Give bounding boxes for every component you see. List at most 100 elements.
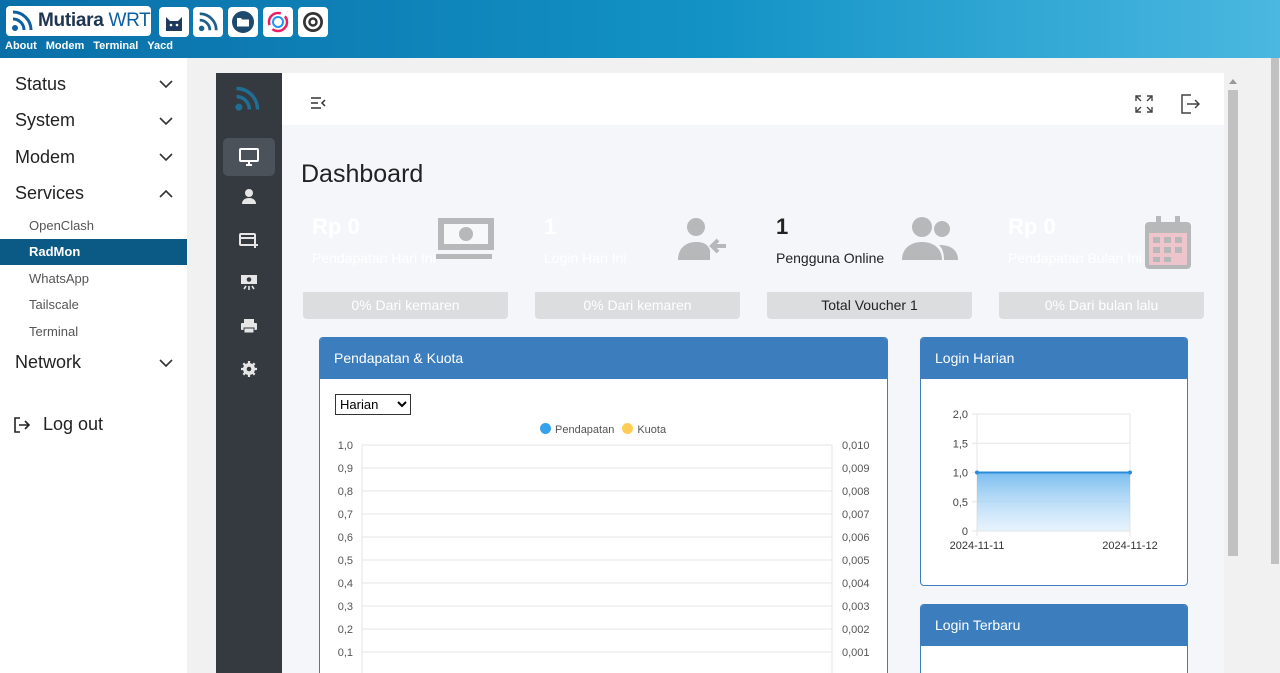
outer-scrollbar[interactable] xyxy=(1269,58,1280,673)
login-today-card: 1 Login Hari Ini 0% Dari kemaren xyxy=(535,202,740,319)
y-left-tick-label: 0,9 xyxy=(338,463,353,475)
sidebar-item-system[interactable]: System xyxy=(0,103,187,140)
online-users-value: 1 xyxy=(776,214,789,239)
sidebar-item-status[interactable]: Status xyxy=(0,66,187,103)
y-right-tick-label: 0,010 xyxy=(842,440,870,452)
y-right-tick-label: 0,009 xyxy=(842,463,870,475)
sidebar-item-modem[interactable]: Modem xyxy=(0,139,187,176)
sidebar-sub-radmon[interactable]: RadMon xyxy=(0,238,187,265)
rss-icon xyxy=(12,10,33,31)
online-users-card: 1 Pengguna Online Total Voucher 1 xyxy=(767,202,972,319)
y-right-tick-label: 0,005 xyxy=(842,555,870,567)
gear-icon[interactable] xyxy=(223,350,275,388)
income-month-value: Rp 0 xyxy=(1008,214,1056,239)
scroll-up-icon[interactable] xyxy=(1229,79,1237,84)
sidebar: Status System Modem Services OpenClash R… xyxy=(0,58,187,673)
y-tick-label: 1,0 xyxy=(953,468,968,480)
latest-login-title: Login Terbaru xyxy=(921,605,1187,646)
users-icon xyxy=(902,217,958,260)
y-tick-label: 2,0 xyxy=(953,409,968,421)
settings-app-icon[interactable] xyxy=(298,7,328,37)
money-bill-icon xyxy=(436,218,494,259)
income-today-card: Rp 0 Pendapatan Hari Ini 0% Dari kemaren xyxy=(303,202,508,319)
income-today-footer: 0% Dari kemaren xyxy=(303,292,508,319)
y-left-tick-label: 0,4 xyxy=(338,578,353,590)
y-tick-label: 0,5 xyxy=(953,497,968,509)
chevron-down-icon xyxy=(159,359,173,367)
daily-login-panel: Login Harian 2,0 1,5 1,0 0,5 0 2024-11-11 2024… xyxy=(920,337,1188,586)
y-tick-label: 1,5 xyxy=(953,438,968,450)
terminal-link[interactable]: Terminal xyxy=(93,40,138,52)
y-left-tick-label: 1,0 xyxy=(338,440,353,452)
speed-app-icon[interactable] xyxy=(263,7,293,37)
y-right-tick-label: 0,008 xyxy=(842,486,870,498)
sidebar-sub-terminal[interactable]: Terminal xyxy=(0,318,187,345)
login-today-label: Login Hari Ini xyxy=(544,250,627,266)
yacd-link[interactable]: Yacd xyxy=(147,40,173,52)
y-right-tick-label: 0,004 xyxy=(842,578,870,590)
exit-icon[interactable] xyxy=(1180,94,1200,114)
top-links: About Modem Terminal Yacd xyxy=(5,40,173,52)
user-login-icon xyxy=(678,218,726,260)
main-pane: Dashboard Rp 0 Pendapatan Hari Ini 0% Da… xyxy=(282,73,1224,673)
x-tick-label: 2024-11-12 xyxy=(1102,540,1157,552)
income-today-label: Pendapatan Hari Ini xyxy=(312,250,436,266)
y-right-tick-label: 0,001 xyxy=(842,647,870,659)
folder-app-icon[interactable] xyxy=(228,7,258,37)
data-point xyxy=(1128,470,1132,475)
x-tick-label: 2024-11-11 xyxy=(950,540,1005,552)
chevron-down-icon xyxy=(159,117,173,125)
y-right-tick-label: 0,006 xyxy=(842,532,870,544)
sidebar-sub-openclash[interactable]: OpenClash xyxy=(0,212,187,239)
chevron-down-icon xyxy=(159,153,173,162)
online-users-label: Pengguna Online xyxy=(776,250,885,266)
data-point xyxy=(975,470,979,475)
user-icon[interactable] xyxy=(223,177,275,215)
logout-icon xyxy=(14,416,31,433)
about-link[interactable]: About xyxy=(5,40,37,52)
y-right-tick-label: 0,003 xyxy=(842,601,870,613)
income-today-value: Rp 0 xyxy=(312,214,360,239)
card-add-icon[interactable] xyxy=(223,221,275,259)
inner-scrollbar[interactable] xyxy=(1224,73,1242,673)
rss-app-icon[interactable] xyxy=(193,7,223,37)
inner-scroll-thumb[interactable] xyxy=(1228,90,1238,556)
y-tick-label: 0 xyxy=(962,526,968,538)
y-left-tick-label: 0,7 xyxy=(338,509,353,521)
top-header: Mutiara WRT About Modem Terminal Yacd xyxy=(0,0,1280,58)
income-month-label: Pendapatan Bulan Ini xyxy=(1008,250,1142,266)
app-logo-icon xyxy=(235,86,260,111)
outer-scroll-thumb[interactable] xyxy=(1271,58,1279,564)
y-left-tick-label: 0,6 xyxy=(338,532,353,544)
calendar-icon xyxy=(1145,216,1191,269)
y-left-tick-label: 0,1 xyxy=(338,647,353,659)
sidebar-item-services[interactable]: Services xyxy=(0,176,187,213)
printer-icon[interactable] xyxy=(223,307,275,345)
income-month-card: Rp 0 Pendapatan Bulan Ini 0% Dari bulan … xyxy=(999,202,1204,319)
online-users-footer: Total Voucher 1 xyxy=(767,292,972,319)
revenue-quota-panel: Pendapatan & Kuota Harian Pendapatan Kuo… xyxy=(319,337,888,673)
menu-collapse-icon[interactable] xyxy=(310,97,326,109)
fullscreen-icon[interactable] xyxy=(1135,95,1153,113)
y-right-tick-label: 0,002 xyxy=(842,624,870,636)
area-fill xyxy=(977,472,1130,531)
logout-link[interactable]: Log out xyxy=(13,414,103,435)
income-month-footer: 0% Dari bulan lalu xyxy=(999,292,1204,319)
page-title: Dashboard xyxy=(301,160,424,188)
money-icon[interactable] xyxy=(223,263,275,301)
sidebar-sub-tailscale[interactable]: Tailscale xyxy=(0,292,187,319)
latest-login-panel: Login Terbaru xyxy=(920,604,1188,673)
chevron-down-icon xyxy=(159,80,173,89)
modem-link[interactable]: Modem xyxy=(46,40,85,52)
login-today-footer: 0% Dari kemaren xyxy=(535,292,740,319)
brand-logo[interactable]: Mutiara WRT xyxy=(6,6,151,36)
sidebar-sub-whatsapp[interactable]: WhatsApp xyxy=(0,265,187,292)
login-today-value: 1 xyxy=(544,214,557,239)
daily-login-chart: 2,0 1,5 1,0 0,5 0 2024-11-11 2024-11-12 xyxy=(950,409,1158,552)
sidebar-item-network[interactable]: Network xyxy=(0,345,187,382)
app-sidebar xyxy=(216,73,282,673)
cat-app-icon[interactable] xyxy=(159,7,189,37)
top-navbar xyxy=(282,73,1224,125)
monitor-icon[interactable] xyxy=(223,138,275,176)
y-left-tick-label: 0,5 xyxy=(338,555,353,567)
